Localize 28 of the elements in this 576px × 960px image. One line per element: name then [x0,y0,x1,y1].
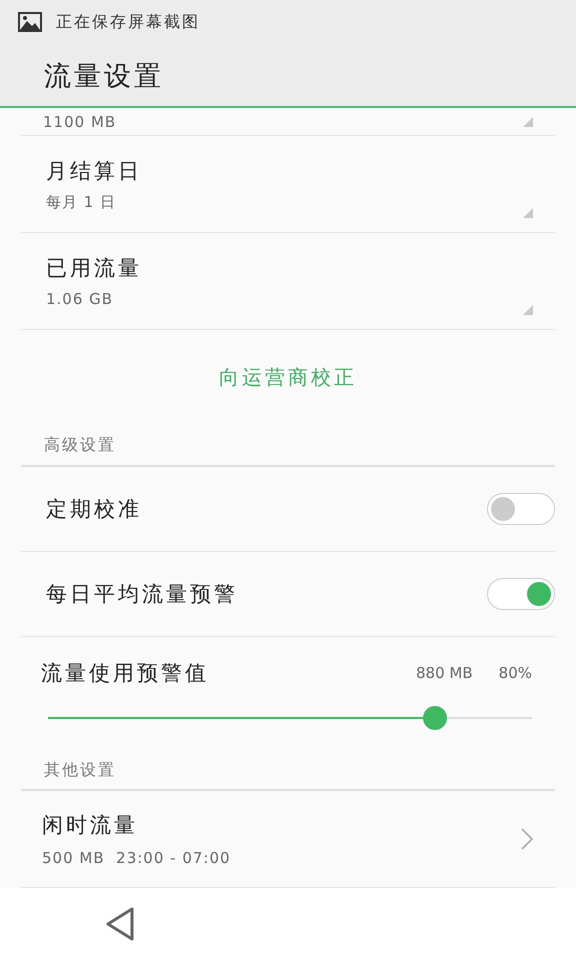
dropdown-row[interactable]: 已用流量 1.06 GB [21,233,555,330]
slider-label: 流量使用预警值 [41,660,210,688]
back-icon[interactable] [105,907,135,942]
slider-amount: 880 MB [416,664,473,682]
page-title: 流量设置 [44,60,164,94]
image-icon [18,12,42,32]
dropdown-corner-icon [523,305,533,316]
toggle-label: 定期校准 [46,496,142,524]
dropdown-corner-icon [523,208,533,218]
dropdown-label: 月结算日 [46,158,143,185]
dropdown-value: 每月 1 日 [46,192,118,212]
toggle-switch[interactable] [487,493,555,526]
dropdown-value: 1.06 GB [46,290,114,308]
section-title: 其他设置 [44,760,116,781]
slider-percent: 80% [498,664,532,682]
slider-thumb[interactable] [423,706,448,730]
section-title: 高级设置 [44,434,116,456]
toggle-label: 每日平均流量预警 [46,581,238,608]
dropdown-value: 1100 MB [43,112,116,131]
dropdown-row[interactable]: 1100 MB [21,108,555,136]
dropdown-row[interactable]: 月结算日 每月 1 日 [21,136,555,234]
chevron-right-icon [521,828,533,850]
dropdown-label: 已用流量 [46,255,143,282]
dropdown-corner-icon [523,117,533,128]
row-value: 500 MB 23:00 - 07:00 [42,849,231,868]
toggle-switch[interactable] [487,578,555,610]
row-label: 闲时流量 [42,812,139,840]
notification-text: 正在保存屏幕截图 [56,12,200,33]
